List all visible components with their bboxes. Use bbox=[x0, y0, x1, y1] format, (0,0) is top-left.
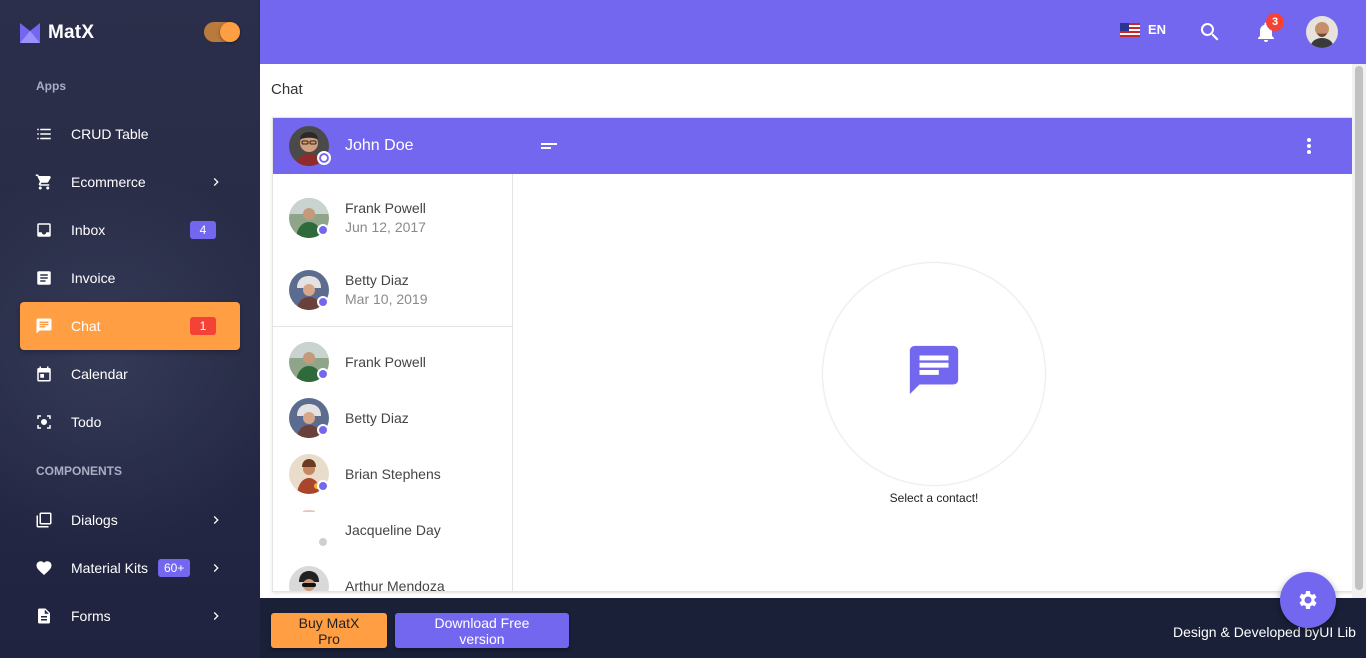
todo-icon bbox=[35, 413, 53, 431]
download-free-button[interactable]: Download Free version bbox=[395, 613, 569, 648]
topbar: EN 3 bbox=[260, 0, 1366, 64]
contact-name: Betty Diaz bbox=[345, 272, 409, 288]
contact-item[interactable]: Frank Powell bbox=[273, 334, 512, 390]
current-user-status-dot bbox=[317, 151, 331, 165]
sidebar-item-dialogs[interactable]: Dialogs bbox=[20, 496, 240, 544]
dialogs-icon bbox=[35, 511, 53, 529]
sidebar-item-label: Forms bbox=[71, 608, 111, 624]
calendar-icon bbox=[35, 365, 53, 383]
sidebar-item-label: Invoice bbox=[71, 270, 116, 286]
conversation-header bbox=[513, 118, 1352, 174]
sidebar-item-invoice[interactable]: Invoice bbox=[20, 254, 240, 302]
chat-bubble-icon bbox=[905, 341, 963, 399]
empty-state-message: Select a contact! bbox=[889, 491, 979, 505]
footer: Buy MatX Pro Download Free version Desig… bbox=[260, 598, 1366, 658]
footer-credit: Design & Developed byUI Lib bbox=[1173, 624, 1356, 640]
chat-icon bbox=[35, 317, 53, 335]
sidebar-item-label: Material Kits bbox=[71, 560, 149, 576]
scrollbar-thumb[interactable] bbox=[1355, 66, 1363, 590]
sidebar-item-forms[interactable]: Forms bbox=[20, 592, 240, 640]
page-title: Chat bbox=[271, 81, 303, 98]
contact-name: Jacqueline Day bbox=[345, 522, 441, 538]
online-status-dot bbox=[317, 368, 329, 380]
sidebar-item-todo[interactable]: Todo bbox=[20, 398, 240, 446]
page-scrollbar[interactable] bbox=[1352, 64, 1366, 598]
main-content: Chat John Doe Frank Powell Jun 12, 2017 … bbox=[260, 64, 1353, 598]
cart-icon bbox=[35, 173, 53, 191]
online-status-dot bbox=[317, 424, 329, 436]
contact-name: Betty Diaz bbox=[345, 410, 409, 426]
invoice-icon bbox=[35, 269, 53, 287]
current-user-bar: John Doe bbox=[273, 118, 513, 174]
buy-pro-button[interactable]: Buy MatX Pro bbox=[271, 613, 387, 648]
contact-name: Frank Powell bbox=[345, 200, 426, 216]
sidebar-item-label: Ecommerce bbox=[71, 174, 146, 190]
sidebar-item-material-kits[interactable]: Material Kits 60+ bbox=[20, 544, 240, 592]
inbox-icon bbox=[35, 221, 53, 239]
online-status-dot bbox=[317, 224, 329, 236]
contact-item[interactable]: Brian Stephens bbox=[273, 446, 512, 502]
chevron-right-icon bbox=[208, 608, 224, 624]
matx-logo-icon bbox=[20, 23, 40, 43]
toggle-knob bbox=[220, 22, 240, 42]
material-kits-badge: 60+ bbox=[158, 559, 191, 577]
sidebar-item-label: Dialogs bbox=[71, 512, 118, 528]
notification-count-badge: 3 bbox=[1266, 13, 1284, 31]
online-status-dot bbox=[317, 480, 329, 492]
sidebar-theme-toggle[interactable] bbox=[204, 22, 240, 42]
contact-list-divider bbox=[273, 326, 512, 327]
contact-avatar bbox=[289, 566, 329, 591]
recent-contact-item[interactable]: Betty Diaz Mar 10, 2019 bbox=[273, 262, 512, 318]
contact-name: Arthur Mendoza bbox=[345, 578, 445, 592]
chevron-right-icon bbox=[208, 174, 224, 190]
empty-state-circle bbox=[823, 263, 1045, 485]
user-avatar[interactable] bbox=[1306, 16, 1338, 48]
contact-name: Brian Stephens bbox=[345, 466, 441, 482]
inbox-count-badge: 4 bbox=[190, 221, 216, 239]
contact-list: John Doe Frank Powell Jun 12, 2017 Betty… bbox=[273, 118, 513, 592]
contact-item[interactable]: Arthur Mendoza bbox=[273, 558, 512, 592]
contact-last-seen: Mar 10, 2019 bbox=[345, 291, 428, 307]
chat-container: John Doe Frank Powell Jun 12, 2017 Betty… bbox=[272, 117, 1353, 592]
section-label-apps: Apps bbox=[36, 79, 66, 93]
section-label-components: COMPONENTS bbox=[36, 464, 123, 478]
brand-name: MatX bbox=[48, 22, 95, 43]
online-status-dot bbox=[317, 296, 329, 308]
brand[interactable]: MatX bbox=[20, 20, 94, 46]
short-text-menu-icon[interactable] bbox=[537, 134, 561, 158]
chevron-right-icon bbox=[208, 512, 224, 528]
heart-icon bbox=[35, 559, 53, 577]
settings-gear-icon bbox=[1299, 591, 1317, 609]
contact-item[interactable]: Jacqueline Day bbox=[273, 502, 512, 558]
conversation-pane: Select a contact! bbox=[513, 118, 1352, 591]
more-vert-icon[interactable] bbox=[1297, 134, 1321, 158]
chat-count-badge: 1 bbox=[190, 317, 216, 335]
sidebar-item-calendar[interactable]: Calendar bbox=[20, 350, 240, 398]
forms-icon bbox=[35, 607, 53, 625]
sidebar-item-label: Calendar bbox=[71, 366, 128, 382]
list-icon bbox=[35, 125, 53, 143]
recent-contact-item[interactable]: Frank Powell Jun 12, 2017 bbox=[273, 190, 512, 246]
current-user-name: John Doe bbox=[345, 137, 414, 154]
us-flag-icon bbox=[1120, 22, 1140, 37]
settings-fab[interactable] bbox=[1280, 572, 1336, 628]
sidebar-item-chat[interactable]: Chat 1 bbox=[20, 302, 240, 350]
sidebar-item-label: Chat bbox=[71, 318, 101, 334]
sidebar-item-label: CRUD Table bbox=[71, 126, 149, 142]
language-selector[interactable]: EN bbox=[1120, 22, 1166, 37]
sidebar-item-inbox[interactable]: Inbox 4 bbox=[20, 206, 240, 254]
sidebar-item-label: Inbox bbox=[71, 222, 106, 238]
offline-status-dot bbox=[317, 536, 329, 548]
language-code: EN bbox=[1148, 22, 1167, 37]
contact-name: Frank Powell bbox=[345, 354, 426, 370]
sidebar-item-label: Todo bbox=[71, 414, 102, 430]
sidebar-item-ecommerce[interactable]: Ecommerce bbox=[20, 158, 240, 206]
contact-last-seen: Jun 12, 2017 bbox=[345, 219, 426, 235]
sidebar: MatX Apps CRUD Table Ecommerce Inbox 4 I… bbox=[0, 0, 260, 658]
chevron-right-icon bbox=[208, 560, 224, 576]
contact-item[interactable]: Betty Diaz bbox=[273, 390, 512, 446]
search-icon[interactable] bbox=[1198, 20, 1222, 44]
sidebar-item-crud-table[interactable]: CRUD Table bbox=[20, 110, 240, 158]
